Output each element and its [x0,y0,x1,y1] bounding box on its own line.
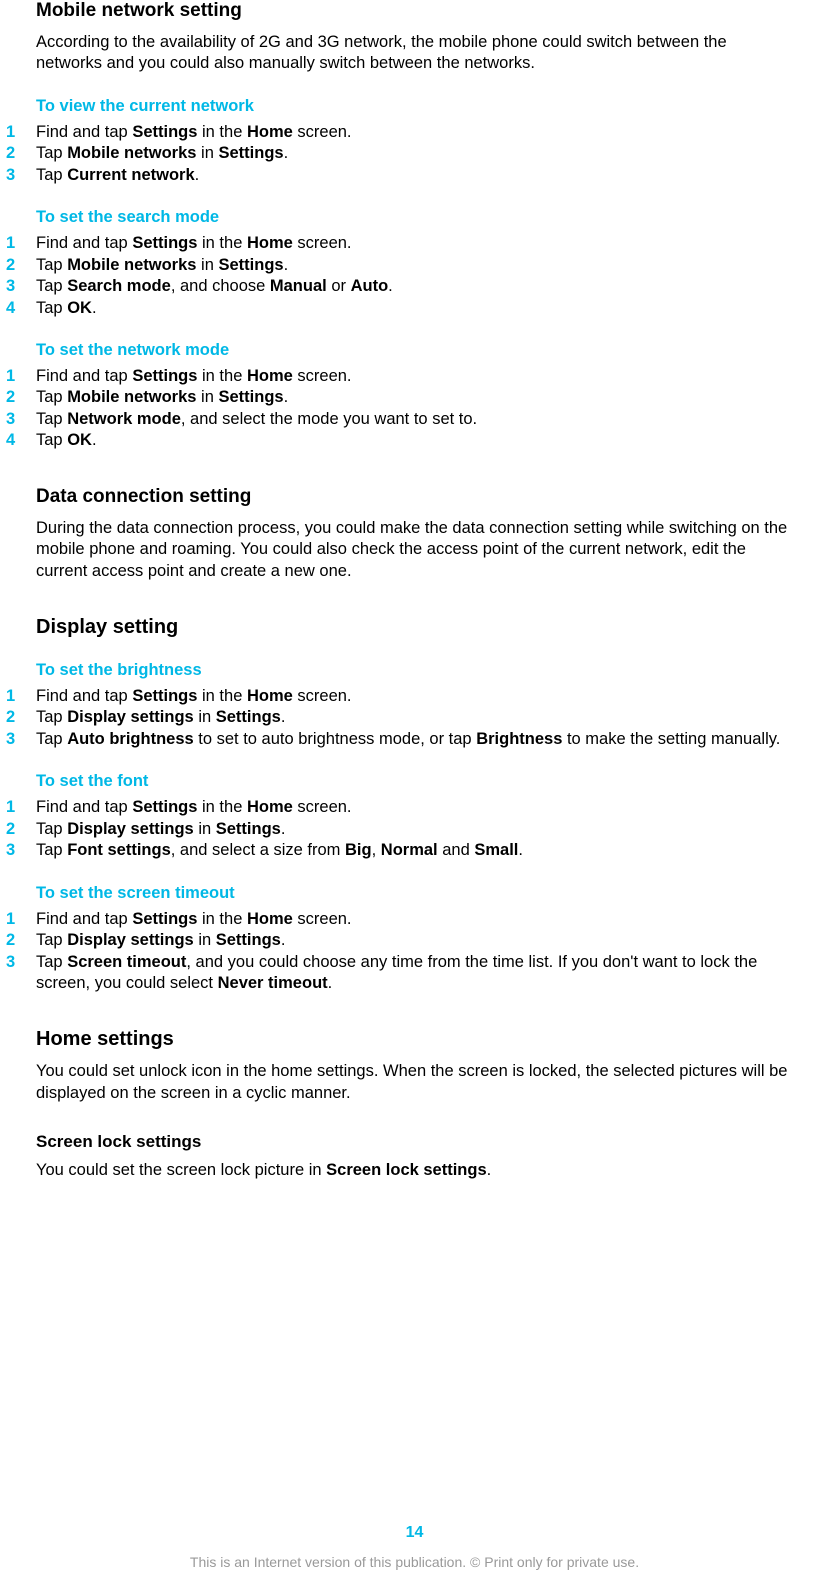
step-text: Tap Screen timeout, and you could choose… [36,952,793,995]
step-text: Tap Display settings in Settings. [36,707,793,728]
step-row: 2Tap Mobile networks in Settings. [6,387,793,408]
step-text: Find and tap Settings in the Home screen… [36,797,793,818]
step-number: 2 [6,387,36,408]
step-number: 1 [6,797,36,818]
step-text: Tap Search mode, and choose Manual or Au… [36,276,793,297]
step-number: 3 [6,409,36,430]
step-row: 2Tap Display settings in Settings. [6,707,793,728]
step-number: 4 [6,430,36,451]
step-row: 3Tap Screen timeout, and you could choos… [6,952,793,995]
step-text: Tap Mobile networks in Settings. [36,255,793,276]
step-text: Tap Network mode, and select the mode yo… [36,409,793,430]
step-row: 2Tap Display settings in Settings. [6,819,793,840]
timeout-heading: To set the screen timeout [36,884,793,903]
step-number: 4 [6,298,36,319]
step-text: Tap Mobile networks in Settings. [36,387,793,408]
step-number: 1 [6,233,36,254]
data-connection-intro: During the data connection process, you … [36,518,793,582]
step-text: Tap OK. [36,298,793,319]
step-text: Tap Display settings in Settings. [36,819,793,840]
view-current-steps: 1Find and tap Settings in the Home scree… [6,122,793,186]
step-row: 1Find and tap Settings in the Home scree… [6,686,793,707]
step-text: Find and tap Settings in the Home screen… [36,686,793,707]
mobile-network-intro: According to the availability of 2G and … [36,32,793,75]
step-text: Tap Mobile networks in Settings. [36,143,793,164]
home-intro: You could set unlock icon in the home se… [36,1061,793,1104]
step-number: 3 [6,729,36,750]
step-row: 3Tap Auto brightness to set to auto brig… [6,729,793,750]
step-text: Tap Font settings, and select a size fro… [36,840,793,861]
step-row: 2Tap Mobile networks in Settings. [6,143,793,164]
step-number: 3 [6,840,36,861]
step-row: 3Tap Font settings, and select a size fr… [6,840,793,861]
step-row: 4Tap OK. [6,298,793,319]
search-mode-steps: 1Find and tap Settings in the Home scree… [6,233,793,319]
screen-lock-intro: You could set the screen lock picture in… [36,1160,793,1181]
step-row: 3Tap Search mode, and choose Manual or A… [6,276,793,297]
step-text: Tap Display settings in Settings. [36,930,793,951]
page-number: 14 [0,1524,829,1542]
step-row: 1Find and tap Settings in the Home scree… [6,233,793,254]
page-content: Mobile network setting According to the … [0,0,829,1182]
search-mode-heading: To set the search mode [36,208,793,227]
step-number: 2 [6,707,36,728]
step-row: 1Find and tap Settings in the Home scree… [6,909,793,930]
display-title: Display setting [36,616,793,639]
step-number: 2 [6,930,36,951]
step-text: Tap OK. [36,430,793,451]
view-current-heading: To view the current network [36,97,793,116]
step-text: Find and tap Settings in the Home screen… [36,122,793,143]
mobile-network-title: Mobile network setting [36,0,793,22]
step-text: Find and tap Settings in the Home screen… [36,366,793,387]
step-row: 3Tap Network mode, and select the mode y… [6,409,793,430]
step-number: 1 [6,909,36,930]
step-text: Tap Auto brightness to set to auto brigh… [36,729,793,750]
home-title: Home settings [36,1028,793,1051]
step-number: 3 [6,276,36,297]
brightness-steps: 1Find and tap Settings in the Home scree… [6,686,793,750]
step-number: 1 [6,122,36,143]
step-number: 2 [6,143,36,164]
data-connection-title: Data connection setting [36,486,793,508]
screen-lock-title: Screen lock settings [36,1132,793,1152]
step-row: 4Tap OK. [6,430,793,451]
step-row: 1Find and tap Settings in the Home scree… [6,122,793,143]
font-steps: 1Find and tap Settings in the Home scree… [6,797,793,861]
step-text: Find and tap Settings in the Home screen… [36,909,793,930]
footer-note: This is an Internet version of this publ… [0,1554,829,1570]
step-row: 3Tap Current network. [6,165,793,186]
step-row: 1Find and tap Settings in the Home scree… [6,366,793,387]
step-number: 3 [6,165,36,186]
timeout-steps: 1Find and tap Settings in the Home scree… [6,909,793,995]
step-number: 2 [6,255,36,276]
step-number: 2 [6,819,36,840]
network-mode-steps: 1Find and tap Settings in the Home scree… [6,366,793,452]
step-text: Tap Current network. [36,165,793,186]
network-mode-heading: To set the network mode [36,341,793,360]
step-row: 2Tap Mobile networks in Settings. [6,255,793,276]
step-text: Find and tap Settings in the Home screen… [36,233,793,254]
step-number: 1 [6,366,36,387]
step-row: 1Find and tap Settings in the Home scree… [6,797,793,818]
step-number: 1 [6,686,36,707]
step-row: 2Tap Display settings in Settings. [6,930,793,951]
brightness-heading: To set the brightness [36,661,793,680]
step-number: 3 [6,952,36,973]
font-heading: To set the font [36,772,793,791]
